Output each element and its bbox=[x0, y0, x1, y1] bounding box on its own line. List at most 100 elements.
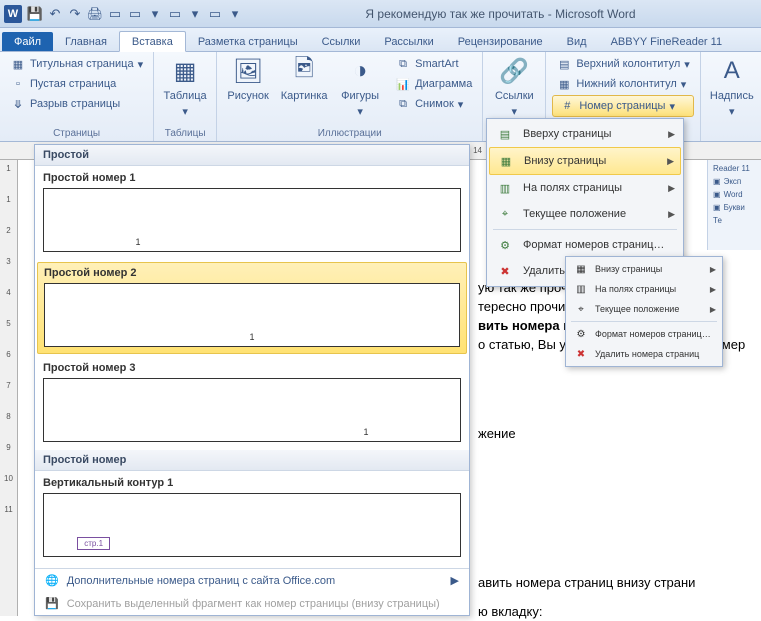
menu-page-margins[interactable]: ▥На полях страницы▶ bbox=[489, 175, 681, 201]
header-button[interactable]: ▤Верхний колонтитул ▾ bbox=[552, 55, 693, 73]
sp-item: Те bbox=[710, 214, 759, 227]
gallery-section-header: Простой номер bbox=[35, 450, 469, 471]
chart-button[interactable]: 📊Диаграмма bbox=[391, 75, 476, 93]
gallery-item-2[interactable]: Простой номер 2 1 bbox=[37, 262, 467, 354]
qat-dd2-icon[interactable]: ▾ bbox=[186, 5, 204, 23]
group-tables: ▦Таблица ▾ Таблицы bbox=[154, 52, 217, 141]
gallery-footer: 🌐Дополнительные номера страниц с сайта O… bbox=[35, 568, 469, 615]
page-bottom-icon: ▦ bbox=[573, 262, 589, 276]
tab-home[interactable]: Главная bbox=[53, 32, 119, 51]
page-break-button[interactable]: ⤋Разрыв страницы bbox=[6, 95, 147, 113]
link-icon: 🔗 bbox=[498, 55, 530, 87]
submenu-delete[interactable]: ✖Удалить номера страниц bbox=[568, 344, 720, 364]
thumbnail: стр.1 bbox=[43, 493, 461, 557]
word-icon: W bbox=[4, 5, 22, 23]
footer-button[interactable]: ▦Нижний колонтитул ▾ bbox=[552, 75, 693, 93]
tab-mail[interactable]: Рассылки bbox=[372, 32, 445, 51]
sp-item[interactable]: ▣Эксп bbox=[710, 175, 759, 188]
sp-header: Reader 11 bbox=[710, 162, 759, 175]
current-pos-icon: ⌖ bbox=[495, 206, 515, 222]
group-label: Таблицы bbox=[160, 126, 210, 139]
quick-access-toolbar: 💾 ↶ ↷ 🖨 ▭ ▭ ▾ ▭ ▾ ▭ ▾ bbox=[26, 5, 244, 23]
save-icon[interactable]: 💾 bbox=[26, 5, 44, 23]
picture-button[interactable]: 🖼Рисунок bbox=[223, 55, 273, 102]
open-icon[interactable]: ▭ bbox=[126, 5, 144, 23]
break-icon: ⤋ bbox=[10, 96, 26, 112]
sp-item[interactable]: ▣Букви bbox=[710, 201, 759, 214]
page-margin-icon: ▥ bbox=[495, 180, 515, 196]
qat-dd3-icon[interactable]: ▾ bbox=[226, 5, 244, 23]
submenu-arrow-icon: ▶ bbox=[668, 129, 675, 140]
tab-view[interactable]: Вид bbox=[555, 32, 599, 51]
delete-icon: ✖ bbox=[573, 347, 589, 361]
page-number-button[interactable]: #Номер страницы ▾ bbox=[552, 95, 693, 117]
submenu-bottom[interactable]: ▦Внизу страницы▶ bbox=[568, 259, 720, 279]
save-selection: 💾Сохранить выделенный фрагмент как номер… bbox=[35, 592, 469, 615]
office-icon: 🌐 bbox=[45, 574, 59, 587]
smartart-button[interactable]: ⧉SmartArt bbox=[391, 55, 476, 73]
submenu-format[interactable]: ⚙Формат номеров страниц… bbox=[568, 324, 720, 344]
undo-icon[interactable]: ↶ bbox=[46, 5, 64, 23]
screenshot-button[interactable]: ⧉Снимок ▾ bbox=[391, 95, 476, 113]
chart-icon: 📊 bbox=[395, 76, 411, 92]
submenu-arrow-icon: ▶ bbox=[667, 156, 674, 167]
gallery-item-3[interactable]: Простой номер 3 1 bbox=[35, 356, 469, 450]
gallery-item-4[interactable]: Вертикальный контур 1 стр.1 bbox=[35, 471, 469, 565]
smartart-icon: ⧉ bbox=[395, 56, 411, 72]
titlebar: W 💾 ↶ ↷ 🖨 ▭ ▭ ▾ ▭ ▾ ▭ ▾ Я рекомендую так… bbox=[0, 0, 761, 28]
qat-dd-icon[interactable]: ▾ bbox=[146, 5, 164, 23]
page-icon: ▫ bbox=[10, 76, 26, 92]
redo-icon[interactable]: ↷ bbox=[66, 5, 84, 23]
delete-icon: ✖ bbox=[495, 263, 515, 279]
table-button[interactable]: ▦Таблица ▾ bbox=[160, 55, 210, 118]
current-pos-icon: ⌖ bbox=[573, 302, 589, 316]
clip-icon: 🖻 bbox=[288, 55, 320, 87]
page-margin-icon: ▥ bbox=[573, 282, 589, 296]
format-icon: ⚙ bbox=[573, 327, 589, 341]
print-icon[interactable]: 🖨 bbox=[86, 5, 104, 23]
submenu-arrow-icon: ▶ bbox=[668, 183, 675, 194]
footer-icon: ▦ bbox=[556, 76, 572, 92]
ribbon-tabs: Файл Главная Вставка Разметка страницы С… bbox=[0, 28, 761, 52]
submenu-current[interactable]: ⌖Текущее положение▶ bbox=[568, 299, 720, 319]
new-icon[interactable]: ▭ bbox=[106, 5, 124, 23]
separator bbox=[493, 229, 677, 230]
group-pages: ▦Титульная страница ▾ ▫Пустая страница ⤋… bbox=[0, 52, 154, 141]
tab-review[interactable]: Рецензирование bbox=[446, 32, 555, 51]
menu-top-of-page[interactable]: ▤Вверху страницы▶ bbox=[489, 121, 681, 147]
screenshot-icon: ⧉ bbox=[395, 96, 411, 112]
vertical-ruler: 11234567891011 bbox=[0, 160, 18, 616]
group-illustrations: 🖼Рисунок 🖻Картинка ◑Фигуры ▾ ⧉SmartArt 📊… bbox=[217, 52, 483, 141]
menu-current-position[interactable]: ⌖Текущее положение▶ bbox=[489, 201, 681, 227]
tab-refs[interactable]: Ссылки bbox=[310, 32, 373, 51]
more-from-office[interactable]: 🌐Дополнительные номера страниц с сайта O… bbox=[35, 569, 469, 592]
group-label: Страницы bbox=[6, 126, 147, 139]
links-button[interactable]: 🔗Ссылки ▾ bbox=[489, 55, 539, 118]
thumbnail: 1 bbox=[43, 378, 461, 442]
textbox-button[interactable]: AНадпись ▾ bbox=[707, 55, 757, 118]
tab-file[interactable]: Файл bbox=[2, 32, 53, 51]
tab-layout[interactable]: Разметка страницы bbox=[186, 32, 310, 51]
menu-bottom-of-page[interactable]: ▦Внизу страницы▶ bbox=[489, 147, 681, 175]
tab-abbyy[interactable]: ABBYY FineReader 11 bbox=[599, 32, 735, 51]
clipart-button[interactable]: 🖻Картинка bbox=[279, 55, 329, 102]
side-task-pane: Reader 11 ▣Эксп ▣Word ▣Букви Те bbox=[707, 160, 761, 250]
shapes-icon: ◑ bbox=[344, 55, 376, 87]
save-icon: 💾 bbox=[45, 597, 59, 610]
shapes-button[interactable]: ◑Фигуры ▾ bbox=[335, 55, 385, 118]
qat-icon[interactable]: ▭ bbox=[166, 5, 184, 23]
blank-page-button[interactable]: ▫Пустая страница bbox=[6, 75, 147, 93]
gallery-item-1[interactable]: Простой номер 1 1 bbox=[35, 166, 469, 260]
sp-item[interactable]: ▣Word bbox=[710, 188, 759, 201]
submenu-margins[interactable]: ▥На полях страницы▶ bbox=[568, 279, 720, 299]
title-page-button[interactable]: ▦Титульная страница ▾ bbox=[6, 55, 147, 73]
page-number-icon: # bbox=[559, 98, 575, 114]
picture-icon: 🖼 bbox=[232, 55, 264, 87]
page-bottom-icon: ▦ bbox=[496, 153, 516, 169]
thumbnail: 1 bbox=[43, 188, 461, 252]
menu-format-numbers[interactable]: ⚙Формат номеров страниц… bbox=[489, 232, 681, 258]
thumbnail: 1 bbox=[44, 283, 460, 347]
tab-insert[interactable]: Вставка bbox=[119, 31, 186, 52]
qat-icon2[interactable]: ▭ bbox=[206, 5, 224, 23]
submenu-arrow-icon: ▶ bbox=[451, 574, 459, 587]
